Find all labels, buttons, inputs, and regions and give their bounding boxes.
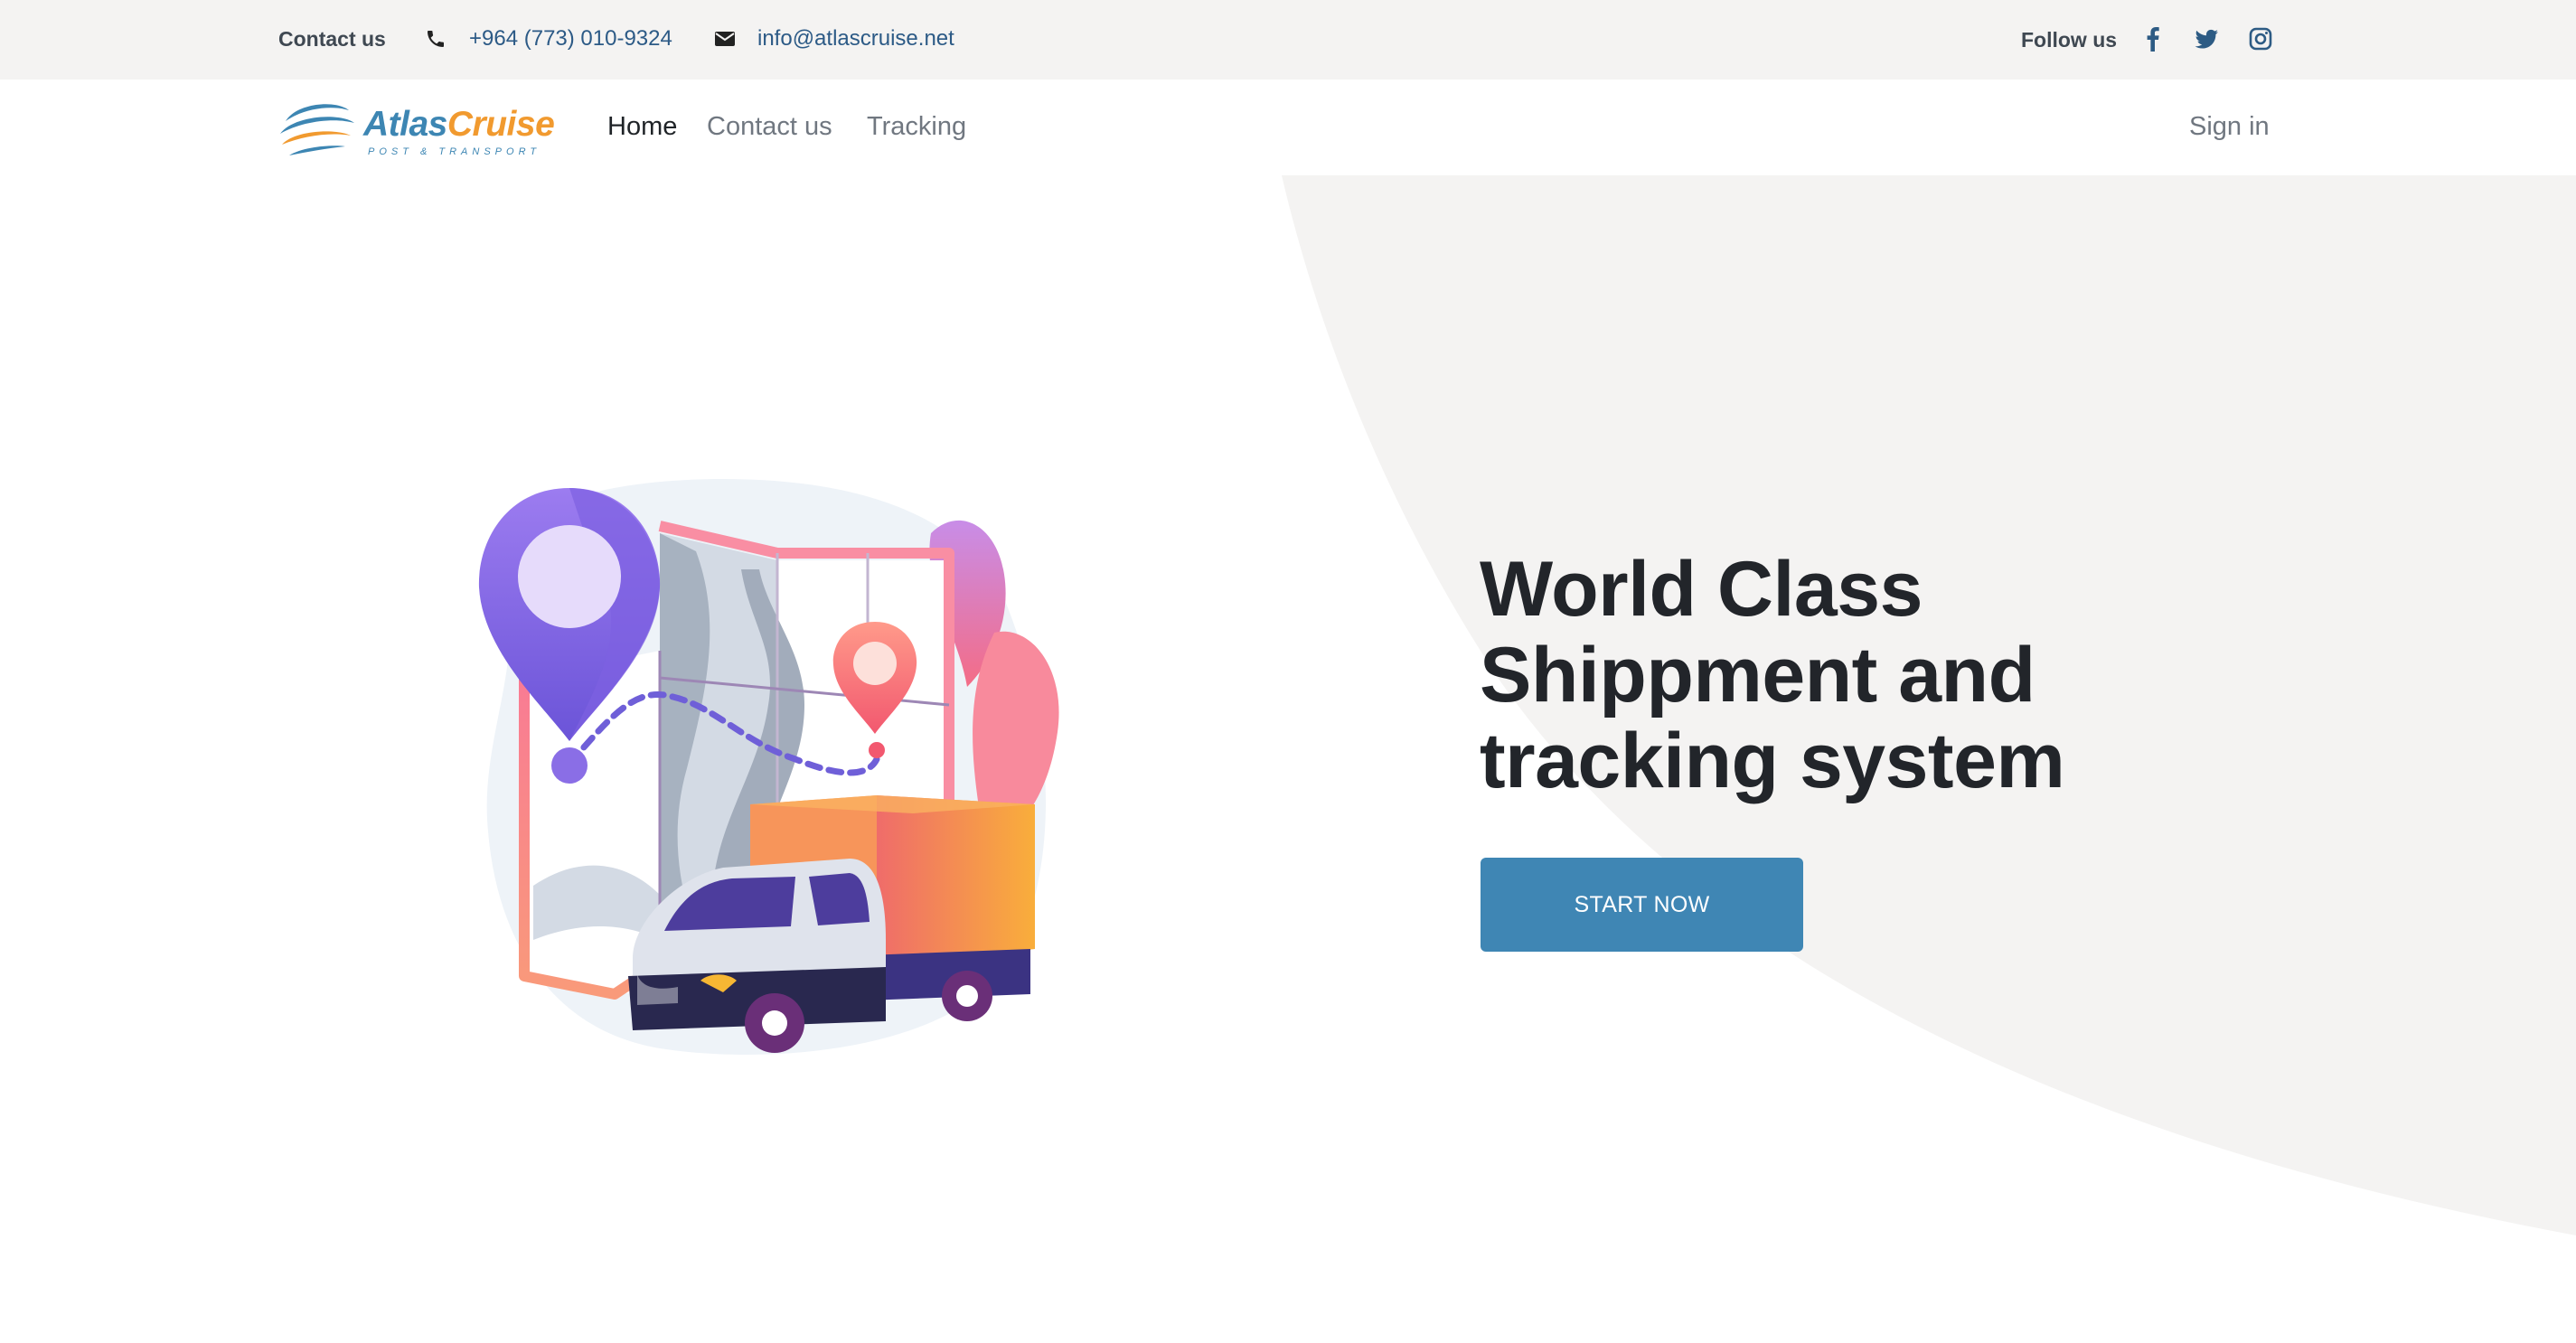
facebook-icon[interactable] <box>2139 25 2167 52</box>
phone-number[interactable]: +964 (773) 010-9324 <box>469 26 672 52</box>
logo-wordmark: AtlasCruise <box>363 105 555 145</box>
nav-sign-in[interactable]: Sign in <box>2189 112 2270 142</box>
atlascruise-logo[interactable]: AtlasCruise POST & TRANSPORT <box>277 94 555 166</box>
email-link[interactable]: info@atlascruise.net <box>757 26 954 52</box>
hero-headline-line-1: World Class <box>1480 546 1923 633</box>
hero-headline-line-2: Shippment and <box>1480 632 2035 718</box>
hero-headline: World Class Shippment and tracking syste… <box>1480 547 2167 804</box>
contact-us-label: Contact us <box>278 27 386 51</box>
phone-icon <box>428 31 444 47</box>
follow-us-label: Follow us <box>2021 28 2118 52</box>
logo-name-cruise: Cruise <box>447 105 555 144</box>
start-now-button[interactable]: START NOW <box>1481 858 1803 952</box>
hero-headline-line-3: tracking system <box>1480 718 2065 804</box>
envelope-icon <box>715 32 735 46</box>
hero-background-shape <box>1282 175 2576 1235</box>
main-navbar: AtlasCruise POST & TRANSPORT Home Contac… <box>0 80 2576 175</box>
nav-home[interactable]: Home <box>607 112 677 142</box>
twitter-icon[interactable] <box>2193 25 2220 52</box>
logo-name-atlas: Atlas <box>363 105 447 144</box>
top-contact-bar: Contact us +964 (773) 010-9324 info@atla… <box>0 0 2576 80</box>
map-delivery-truck-illustration <box>478 479 1059 1055</box>
nav-contact-us[interactable]: Contact us <box>707 112 832 142</box>
globe-swoosh-logo-icon <box>280 104 354 155</box>
instagram-icon[interactable] <box>2247 25 2274 52</box>
nav-tracking[interactable]: Tracking <box>867 112 966 142</box>
logo-tagline: POST & TRANSPORT <box>368 146 541 157</box>
